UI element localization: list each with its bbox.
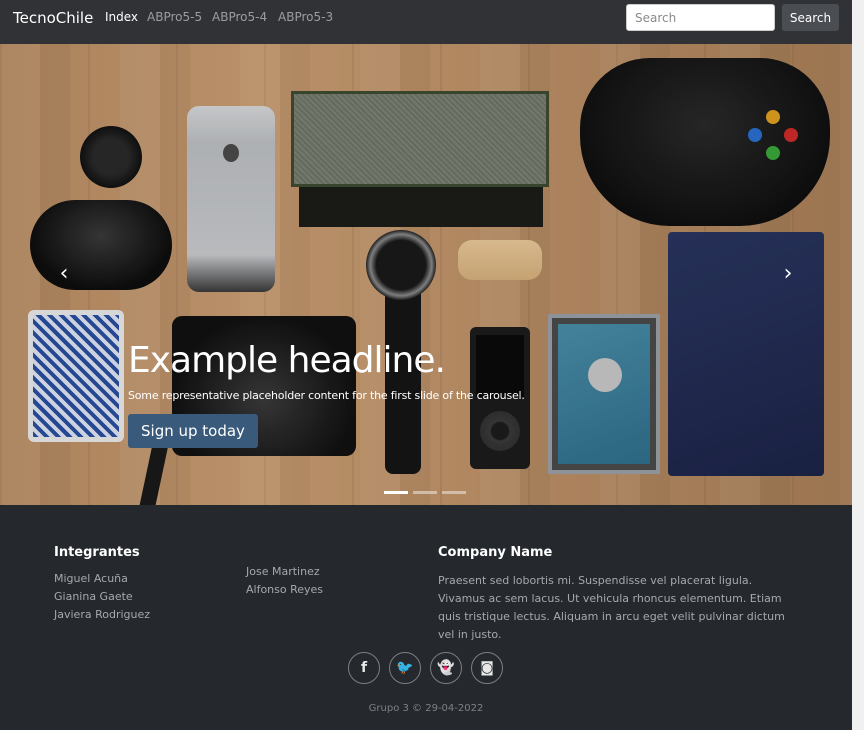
carousel: ‹ › Example headline. Some representativ…: [0, 44, 852, 505]
company-description: Praesent sed lobortis mi. Suspendisse ve…: [438, 574, 785, 641]
members-heading: Integrantes: [54, 545, 140, 560]
carousel-lead: Some representative placeholder content …: [128, 389, 525, 402]
search-button[interactable]: Search: [782, 4, 839, 31]
carousel-indicators: [384, 481, 471, 499]
footer: Integrantes Miguel Acuña Gianina Gaete J…: [0, 505, 852, 730]
nav-link-abpro5-3[interactable]: ABPro5-3: [278, 10, 333, 24]
brand-logo[interactable]: TecnoChile: [13, 9, 93, 27]
members-list-2: Jose Martinez Alfonso Reyes: [246, 563, 323, 599]
member-name: Miguel Acuña: [54, 572, 128, 585]
members-list-1: Miguel Acuña Gianina Gaete Javiera Rodri…: [54, 570, 150, 624]
instagram-icon[interactable]: ◙: [471, 652, 503, 684]
carousel-indicator-1[interactable]: [384, 491, 408, 494]
snapchat-icon[interactable]: 👻: [430, 652, 462, 684]
nav-link-abpro5-4[interactable]: ABPro5-4: [212, 10, 267, 24]
page: TecnoChile Index ABPro5-5 ABPro5-4 ABPro…: [0, 0, 852, 730]
carousel-indicator-2[interactable]: [413, 491, 437, 494]
chevron-left-icon[interactable]: ‹: [54, 262, 74, 286]
twitter-icon[interactable]: 🐦: [389, 652, 421, 684]
member-name: Jose Martinez: [246, 565, 320, 578]
chevron-right-icon[interactable]: ›: [778, 262, 798, 286]
carousel-indicator-3[interactable]: [442, 491, 466, 494]
search-input[interactable]: [626, 4, 775, 31]
navbar: TecnoChile Index ABPro5-5 ABPro5-4 ABPro…: [0, 0, 852, 44]
nav-link-index[interactable]: Index: [105, 10, 138, 24]
copyright-text: Grupo 3 © 29-04-2022: [368, 703, 484, 714]
carousel-headline: Example headline.: [128, 340, 446, 381]
sign-up-button[interactable]: Sign up today: [128, 414, 258, 448]
member-name: Javiera Rodriguez: [54, 608, 151, 621]
member-name: Alfonso Reyes: [246, 583, 324, 596]
facebook-icon[interactable]: f: [348, 652, 380, 684]
scrollbar[interactable]: [852, 0, 864, 730]
carousel-caption: Example headline. Some representative pl…: [128, 340, 525, 448]
member-name: Gianina Gaete: [54, 590, 133, 603]
company-heading: Company Name: [438, 545, 553, 560]
nav-link-abpro5-5[interactable]: ABPro5-5: [147, 10, 202, 24]
